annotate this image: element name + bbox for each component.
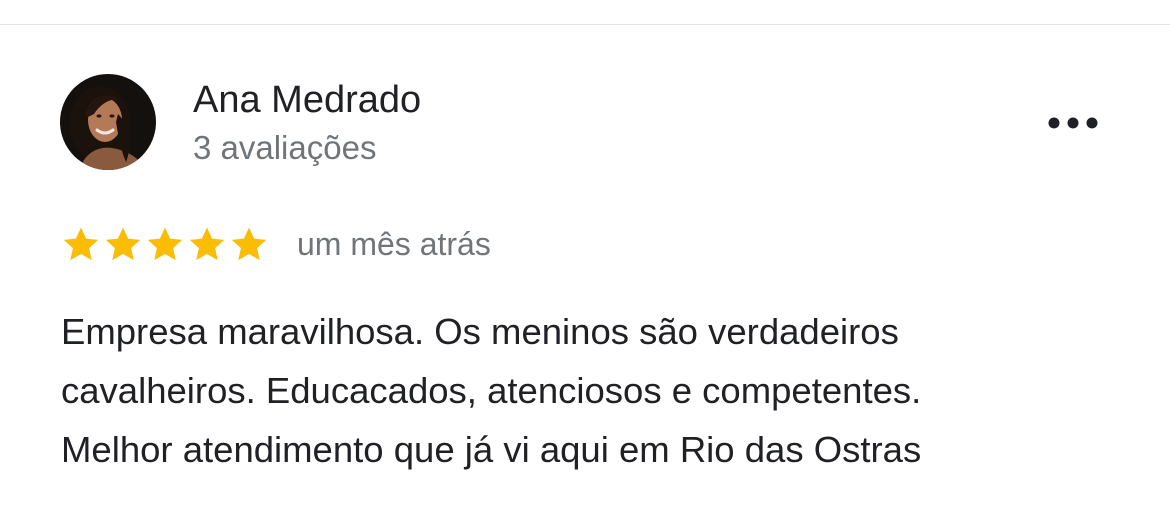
reviewer-name[interactable]: Ana Medrado [193, 78, 421, 122]
more-options-button[interactable] [1040, 104, 1106, 142]
review-text: Empresa maravilhosa. Os meninos são verd… [61, 302, 1141, 479]
avatar-photo [60, 74, 156, 170]
review-text-line: Empresa maravilhosa. Os meninos são verd… [61, 311, 899, 352]
star-icon [105, 227, 141, 261]
review-date: um mês atrás [297, 226, 491, 262]
top-divider [0, 24, 1170, 25]
more-horizontal-icon [1048, 117, 1098, 129]
rating-row: um mês atrás [61, 222, 491, 266]
star-icon [147, 227, 183, 261]
reviewer-review-count: 3 avaliações [193, 129, 377, 166]
review-text-line: cavalheiros. Educacados, atenciosos e co… [61, 370, 922, 411]
reviewer-avatar[interactable] [60, 74, 156, 170]
star-icon [63, 227, 99, 261]
star-icon [189, 227, 225, 261]
star-rating [61, 225, 269, 263]
star-icon [231, 227, 267, 261]
review-text-line: Melhor atendimento que já vi aqui em Rio… [61, 429, 922, 470]
